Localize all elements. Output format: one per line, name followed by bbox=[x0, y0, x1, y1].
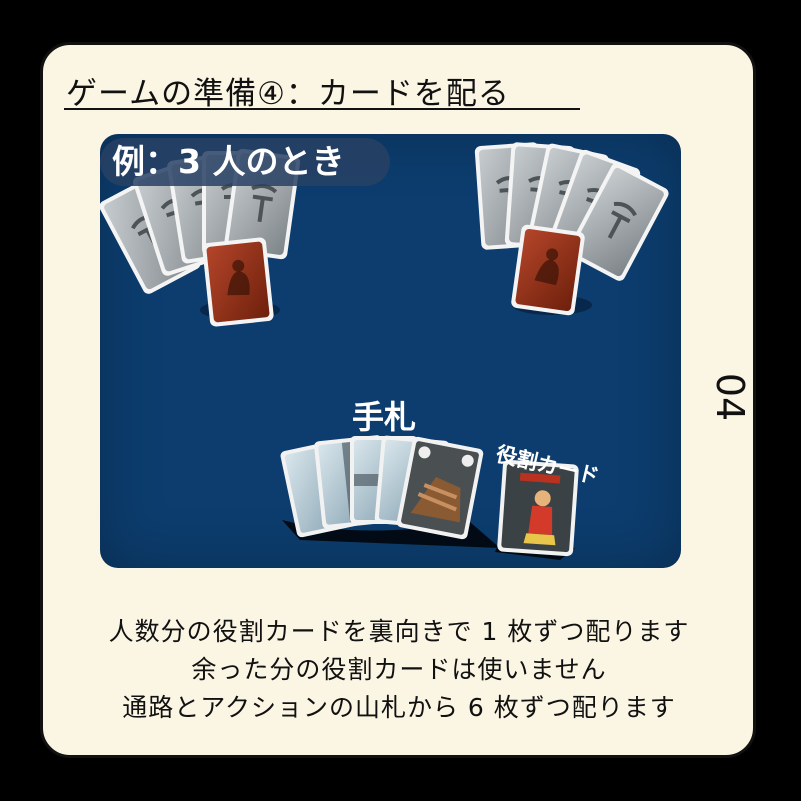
description-line-2: 余った分の役割カードは使いません bbox=[191, 655, 607, 684]
hand-label: 手札 bbox=[352, 398, 417, 436]
description-line-3: 通路とアクションの山札から 6 枚ずつ配ります bbox=[122, 693, 676, 722]
own-hand-cards bbox=[280, 435, 500, 548]
description-line-1: 人数分の役割カードを裏向きで 1 枚ずつ配ります bbox=[108, 617, 690, 646]
page-number: 04 bbox=[708, 372, 752, 422]
example-label: 例：3 人のとき bbox=[112, 142, 345, 181]
right-player-role-card bbox=[510, 223, 592, 317]
